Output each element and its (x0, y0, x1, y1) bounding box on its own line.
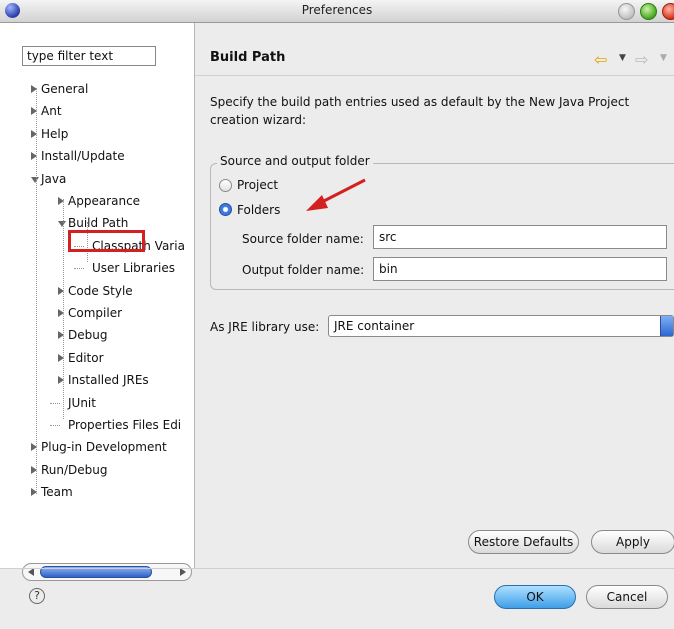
output-folder-label: Output folder name: (242, 263, 365, 277)
select-stepper-icon[interactable] (660, 316, 673, 336)
filter-input[interactable] (22, 46, 156, 66)
page-title: Build Path (210, 50, 286, 65)
window-titlebar: Preferences (0, 0, 674, 23)
tree-item-label: JUnit (68, 396, 96, 410)
build-path-highlight (68, 230, 145, 252)
tree-guide (63, 199, 64, 419)
tree-item-label: Editor (68, 351, 104, 365)
tree-item-label: Ant (41, 104, 62, 118)
tree-item[interactable]: Plug-in Development (0, 437, 194, 457)
tree-item-label: Java (41, 172, 67, 186)
tree-item-label: General (41, 82, 89, 96)
tree-item-label: Properties Files Edi (68, 418, 182, 432)
tree-connector (50, 425, 60, 426)
tree-item[interactable]: Installed JREs (0, 370, 194, 390)
expand-down-icon[interactable] (31, 177, 39, 183)
apply-button[interactable]: Apply (591, 530, 674, 554)
forward-arrow-icon[interactable]: ⇨ (635, 50, 648, 69)
tree-item[interactable]: Compiler (0, 303, 194, 323)
zoom-icon[interactable] (640, 3, 657, 20)
back-menu-chevron-icon[interactable]: ▼ (619, 53, 626, 63)
tree-item[interactable]: Debug (0, 325, 194, 345)
tree-item-label: Debug (68, 328, 108, 342)
jre-library-value: JRE container (334, 319, 415, 333)
tree-item-label: Code Style (68, 284, 133, 298)
source-folder-input[interactable] (373, 225, 667, 249)
tree-item-label: Installed JREs (68, 373, 149, 387)
tree-item-label: Appearance (68, 194, 141, 208)
tree-item[interactable]: Help (0, 124, 194, 144)
minimize-icon[interactable] (618, 3, 635, 20)
preferences-tree-pane: General Ant Help Install/Update JavaAppearan… (0, 23, 195, 581)
jre-library-label: As JRE library use: (210, 320, 320, 334)
window-title: Preferences (301, 3, 373, 17)
tree-item[interactable]: Editor (0, 348, 194, 368)
page-description: Specify the build path entries used as d… (210, 95, 630, 127)
restore-defaults-button[interactable]: Restore Defaults (468, 530, 579, 554)
tree-item-label: User Libraries (92, 261, 175, 275)
project-radio[interactable] (219, 179, 232, 192)
tree-item[interactable]: Appearance (0, 191, 194, 211)
tree-item-label: Team (41, 485, 73, 499)
build-path-page: Build Path ⇦ ▼ ⇨ ▼ Specify the build pat… (195, 23, 674, 568)
group-title: Source and output folder (217, 154, 373, 168)
tree-item[interactable]: General (0, 79, 194, 99)
tree-item[interactable]: Team (0, 482, 194, 502)
output-folder-input[interactable] (373, 257, 667, 281)
close-icon[interactable] (662, 3, 674, 20)
tree-item-label: Run/Debug (41, 463, 108, 477)
tree-item[interactable]: Java (0, 169, 194, 189)
tree-item-label: Help (41, 127, 69, 141)
page-header: Build Path ⇦ ▼ ⇨ ▼ (195, 23, 674, 76)
tree-item-label: Compiler (68, 306, 123, 320)
ok-button[interactable]: OK (494, 585, 576, 609)
tree-connector (50, 403, 60, 404)
scroll-left-icon[interactable] (28, 568, 34, 576)
tree-item[interactable]: JUnit (0, 393, 194, 413)
project-radio-label[interactable]: Project (237, 178, 278, 192)
help-icon[interactable]: ? (29, 588, 45, 604)
folders-radio[interactable] (219, 203, 232, 216)
tree-connector (74, 268, 84, 269)
tree-item[interactable]: Ant (0, 101, 194, 121)
tree-item-label: Install/Update (41, 149, 125, 163)
tree-item[interactable]: Code Style (0, 281, 194, 301)
scroll-right-icon[interactable] (180, 568, 186, 576)
footer-separator (0, 568, 674, 569)
tree-item[interactable]: Install/Update (0, 146, 194, 166)
tree-horizontal-scrollbar[interactable] (22, 563, 192, 581)
expand-down-icon[interactable] (58, 221, 66, 227)
source-folder-label: Source folder name: (242, 232, 364, 246)
forward-menu-chevron-icon[interactable]: ▼ (660, 53, 667, 63)
tree-item[interactable]: User Libraries (0, 258, 194, 278)
tree-guide (36, 88, 37, 494)
tree-item[interactable]: Properties Files Edi (0, 415, 194, 435)
jre-library-select[interactable]: JRE container (328, 315, 674, 337)
back-arrow-icon[interactable]: ⇦ (594, 50, 607, 69)
tree-item[interactable]: Run/Debug (0, 460, 194, 480)
folders-radio-label[interactable]: Folders (237, 203, 280, 217)
tree-item-label: Plug-in Development (41, 440, 167, 454)
cancel-button[interactable]: Cancel (586, 585, 668, 609)
